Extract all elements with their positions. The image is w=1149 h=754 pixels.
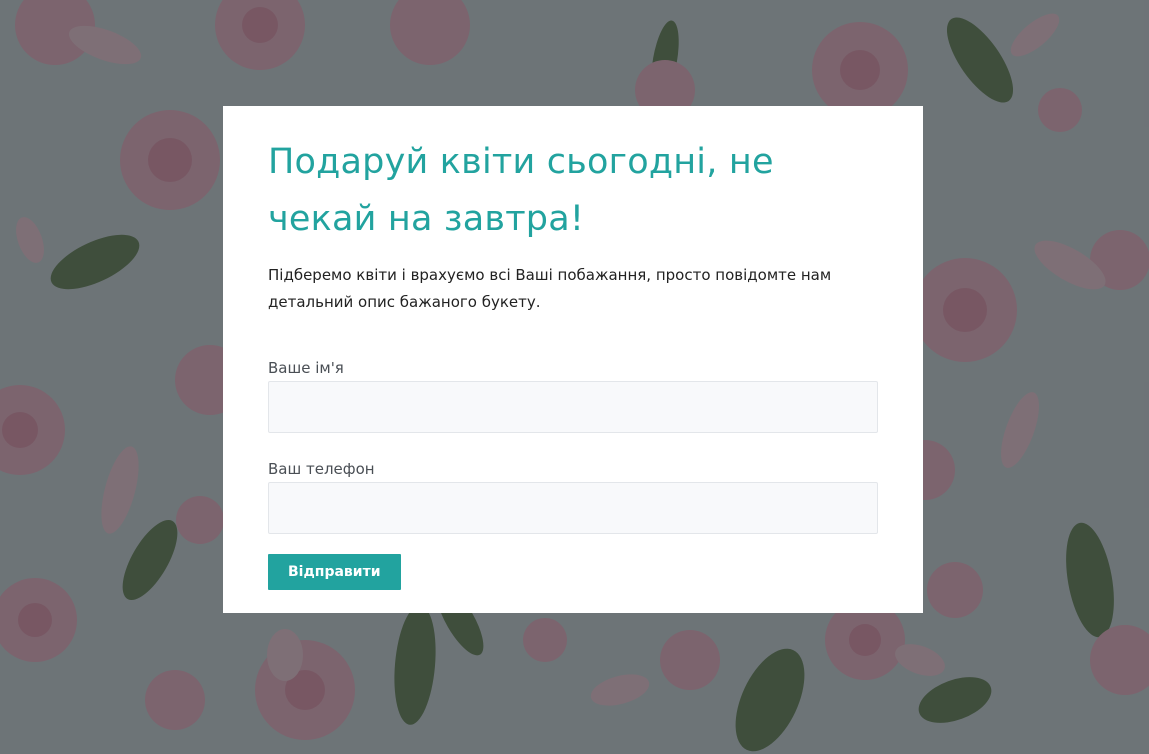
phone-label: Ваш телефон [268, 460, 375, 478]
form-title: Подаруй квіти сьогодні, не чекай на завт… [268, 142, 774, 239]
name-label: Ваше ім'я [268, 359, 344, 377]
name-input[interactable] [268, 381, 878, 433]
phone-input[interactable] [268, 482, 878, 534]
contact-form-card: Подаруй квіти сьогодні, не чекай на завт… [223, 106, 923, 613]
submit-button[interactable]: Відправити [268, 554, 401, 590]
form-description: Підберемо квіти і врахуємо всі Ваші поба… [268, 266, 832, 311]
